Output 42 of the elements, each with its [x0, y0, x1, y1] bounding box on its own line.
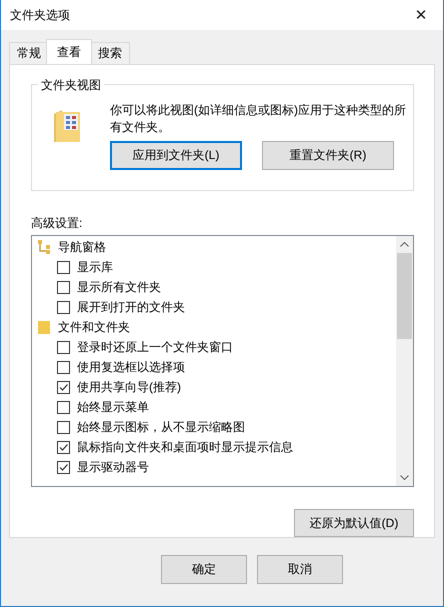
- button[interactable]: 重置文件夹(R): [262, 141, 394, 170]
- option-label: 显示驱动器号: [77, 458, 149, 476]
- tab[interactable]: 常规: [9, 42, 49, 64]
- checkbox[interactable]: [57, 440, 70, 454]
- restore-defaults-button[interactable]: 还原为默认值(D): [294, 509, 414, 537]
- scrollbar[interactable]: [396, 236, 413, 486]
- section-label: 高级设置:: [31, 215, 84, 232]
- option-label: 使用复选框以选择项: [77, 358, 185, 376]
- option-label: 始终显示图标，从不显示缩略图: [77, 418, 245, 436]
- option-label: 始终显示菜单: [77, 398, 149, 416]
- tree-icon: [37, 240, 51, 254]
- option-label: 使用共享向导(推荐): [77, 378, 181, 396]
- tab[interactable]: 搜索: [90, 42, 130, 64]
- checkbox[interactable]: [57, 400, 70, 414]
- group-title: 文件夹视图: [38, 77, 104, 94]
- button[interactable]: 应用到文件夹(L): [110, 141, 242, 170]
- tab[interactable]: 查看: [46, 39, 92, 64]
- option-label: 鼠标指向文件夹和桌面项时显示提示信息: [77, 438, 293, 456]
- checkbox[interactable]: [57, 300, 70, 314]
- chevron-down-icon: [400, 475, 409, 480]
- description-text: 你可以将此视图(如详细信息或图标)应用于这种类型的所有文件夹。: [110, 102, 407, 136]
- option-label: 展开到打开的文件夹: [77, 298, 185, 316]
- option-label: 登录时还原上一个文件夹窗口: [77, 338, 233, 356]
- group-label: 文件和文件夹: [58, 318, 130, 336]
- window-title: 文件夹选项: [10, 6, 70, 24]
- close-button[interactable]: ✕: [399, 0, 443, 30]
- ok-button[interactable]: 确定: [161, 555, 247, 584]
- option-label: 显示库: [77, 258, 113, 276]
- checkbox[interactable]: [57, 360, 70, 374]
- checkbox[interactable]: [57, 420, 70, 434]
- checkbox[interactable]: [57, 340, 70, 354]
- checkbox[interactable]: [57, 380, 70, 394]
- folder-icon: [37, 320, 51, 334]
- checkbox[interactable]: [57, 460, 70, 474]
- group-label: 导航窗格: [58, 238, 106, 256]
- cancel-button[interactable]: 取消: [257, 555, 343, 584]
- chevron-up-icon: [400, 242, 409, 247]
- scrollbar-thumb[interactable]: [397, 253, 412, 339]
- folder-icon: [52, 108, 82, 144]
- checkbox[interactable]: [57, 260, 70, 274]
- checkbox[interactable]: [57, 280, 70, 294]
- option-label: 显示所有文件夹: [77, 278, 161, 296]
